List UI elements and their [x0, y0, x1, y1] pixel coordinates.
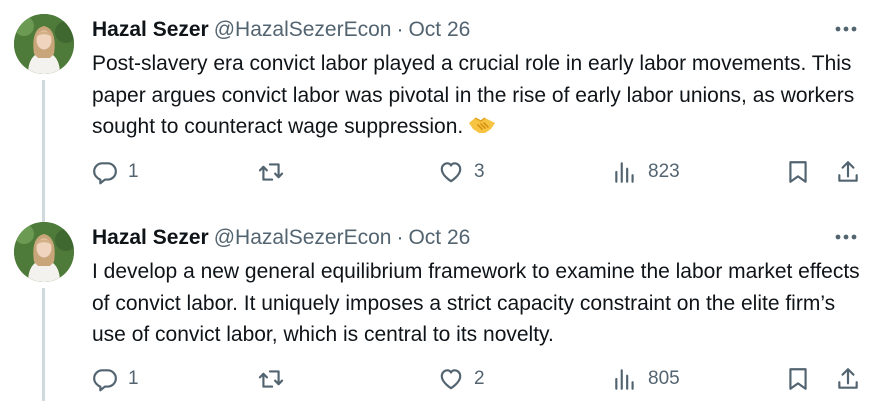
more-icon — [835, 26, 857, 32]
tweet-header: Hazal Sezer @HazalSezerEcon · Oct 26 — [92, 16, 470, 44]
views-button[interactable]: 805 — [612, 363, 680, 395]
author-handle[interactable]: @HazalSezerEcon — [214, 226, 392, 250]
bookmark-icon — [789, 368, 807, 390]
author-handle[interactable]: @HazalSezerEcon — [214, 18, 392, 42]
reply-count: 1 — [128, 368, 139, 389]
heart-icon — [440, 369, 462, 390]
handshake-emoji-icon — [467, 114, 497, 146]
tweet-date[interactable]: Oct 26 — [408, 226, 470, 250]
repost-icon — [258, 370, 284, 388]
tweet-text-block: Post-slavery era convict labor played a … — [92, 48, 862, 146]
like-button[interactable]: 2 — [438, 363, 485, 395]
more-options-button[interactable] — [833, 18, 859, 40]
more-icon — [835, 234, 857, 240]
share-icon — [838, 368, 858, 389]
share-button[interactable] — [835, 363, 861, 395]
separator-dot: · — [396, 18, 404, 41]
like-button[interactable]: 3 — [438, 156, 485, 188]
tweet[interactable]: Hazal Sezer @HazalSezerEcon · Oct 26 I d… — [0, 208, 869, 401]
heart-icon — [440, 162, 462, 183]
like-count: 2 — [474, 368, 485, 389]
avatar[interactable] — [14, 14, 74, 74]
share-icon — [838, 161, 858, 182]
repost-icon — [258, 163, 284, 181]
tweet-actions: 1 2 805 — [0, 363, 869, 395]
view-count: 805 — [648, 368, 680, 389]
bookmark-button[interactable] — [785, 156, 811, 188]
tweet-text-block: I develop a new general equilibrium fram… — [92, 256, 862, 351]
reply-button[interactable]: 1 — [92, 363, 139, 395]
reply-count: 1 — [128, 161, 139, 182]
tweet-header: Hazal Sezer @HazalSezerEcon · Oct 26 — [92, 224, 470, 252]
reply-button[interactable]: 1 — [92, 156, 139, 188]
tweet-actions: 1 3 823 — [0, 156, 869, 188]
more-options-button[interactable] — [833, 226, 859, 248]
views-button[interactable]: 823 — [612, 156, 680, 188]
repost-button[interactable] — [258, 156, 294, 188]
tweet-date[interactable]: Oct 26 — [408, 18, 470, 42]
views-icon — [615, 162, 634, 183]
reply-icon — [93, 162, 117, 185]
author-name[interactable]: Hazal Sezer — [92, 226, 209, 250]
like-count: 3 — [474, 161, 485, 182]
tweet[interactable]: Hazal Sezer @HazalSezerEcon · Oct 26 Pos… — [0, 0, 869, 222]
reply-icon — [93, 369, 117, 392]
view-count: 823 — [648, 161, 680, 182]
bookmark-icon — [789, 161, 807, 183]
separator-dot: · — [396, 226, 404, 249]
avatar[interactable] — [14, 222, 74, 282]
views-icon — [615, 369, 634, 390]
author-name[interactable]: Hazal Sezer — [92, 18, 209, 42]
thread-line — [42, 80, 45, 222]
tweet-text: I develop a new general equilibrium fram… — [92, 260, 860, 346]
bookmark-button[interactable] — [785, 363, 811, 395]
repost-button[interactable] — [258, 363, 294, 395]
share-button[interactable] — [835, 156, 861, 188]
